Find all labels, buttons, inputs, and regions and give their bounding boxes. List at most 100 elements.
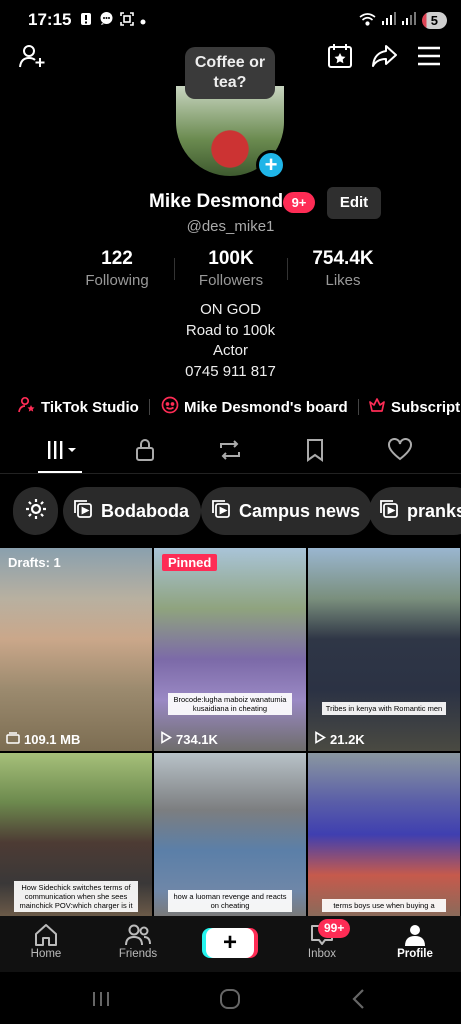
repost-icon xyxy=(217,438,243,467)
person-star-icon xyxy=(18,396,36,418)
bottom-nav: Home Friends + Inbox 99+ Profile xyxy=(0,916,461,972)
link-label: TikTok Studio xyxy=(41,398,139,416)
playlist-icon xyxy=(211,499,231,524)
play-icon xyxy=(314,731,327,747)
link-divider xyxy=(149,399,150,415)
battery-indicator: 5 xyxy=(421,11,447,29)
video-thumbnail[interactable]: Tribes in kenya with Romantic men 21.2K xyxy=(308,548,460,751)
video-caption: how a luoman revenge and reacts on cheat… xyxy=(168,890,292,912)
play-icon xyxy=(160,731,173,747)
link-subscription[interactable]: Subscript xyxy=(368,396,460,418)
video-thumbnail[interactable]: How Sidechick switches terms of communic… xyxy=(0,753,152,916)
calendar-star-icon[interactable] xyxy=(324,40,356,72)
note-bubble[interactable]: Coffee or tea? xyxy=(185,47,275,99)
video-thumbnail[interactable]: how a luoman revenge and reacts on cheat… xyxy=(154,753,306,916)
nav-label: Inbox xyxy=(307,948,337,960)
tab-private[interactable] xyxy=(130,438,160,467)
bio-line: ON GOD xyxy=(200,301,261,318)
content-tabs xyxy=(0,434,461,474)
video-caption: Brocode:lugha maboiz wanatumia kusaidian… xyxy=(168,693,292,715)
playlist-chip-campus-news[interactable]: Campus news xyxy=(201,487,373,535)
message-icon xyxy=(99,11,114,29)
edit-profile-button[interactable]: Edit xyxy=(327,187,381,219)
tab-favorites[interactable] xyxy=(300,438,330,467)
nav-home[interactable]: Home xyxy=(11,922,81,960)
note-text: Coffee or tea? xyxy=(194,54,266,91)
home-icon xyxy=(11,922,81,948)
link-tiktok-studio[interactable]: TikTok Studio xyxy=(18,396,139,418)
following-stat[interactable]: 122 Following xyxy=(57,248,177,289)
signal-icon xyxy=(381,12,396,28)
chip-label: pranks xyxy=(407,500,461,521)
video-caption: Tribes in kenya with Romantic men xyxy=(322,702,446,715)
chip-label: Bodaboda xyxy=(101,500,189,521)
profile-stats: 122 Following 100K Followers 754.4K Like… xyxy=(0,248,461,290)
video-grid: Drafts: 1 109.1 MB Pinned Brocode:lugha … xyxy=(0,548,461,916)
pinned-label: Pinned xyxy=(162,554,218,571)
tab-liked[interactable] xyxy=(385,437,415,467)
count-text: 109.1 MB xyxy=(24,732,81,747)
drafts-label: Drafts: 1 xyxy=(8,555,61,570)
name-row: Mike Desmond 9+ Edit xyxy=(0,187,461,219)
menu-icon[interactable] xyxy=(413,40,445,72)
nav-label: Friends xyxy=(118,948,158,960)
tab-reposts[interactable] xyxy=(215,438,245,467)
status-bar: 17:15 5 xyxy=(0,0,461,40)
grid-icon xyxy=(46,439,80,466)
followers-stat[interactable]: 100K Followers xyxy=(171,248,291,289)
profile-icon xyxy=(380,922,450,948)
following-count: 122 xyxy=(101,248,133,269)
bio-line: Road to 100k xyxy=(185,321,276,339)
followers-label: Followers xyxy=(198,272,264,289)
alert-icon xyxy=(79,12,93,29)
share-icon[interactable] xyxy=(368,40,400,72)
bio-line: Actor xyxy=(212,342,248,359)
count-text: 21.2K xyxy=(330,731,365,747)
gear-icon xyxy=(24,497,48,526)
link-board[interactable]: Mike Desmond's board xyxy=(161,396,348,418)
likes-stat[interactable]: 754.4K Likes xyxy=(283,248,403,289)
plus-icon: + xyxy=(222,929,237,956)
profile-links: TikTok Studio Mike Desmond's board Subsc… xyxy=(0,396,461,418)
wifi-icon xyxy=(359,12,376,29)
create-button[interactable]: + xyxy=(206,928,254,958)
playlist-settings-button[interactable] xyxy=(13,487,58,535)
add-friend-icon[interactable] xyxy=(16,40,48,72)
active-tab-indicator xyxy=(38,471,82,473)
following-label: Following xyxy=(85,272,149,289)
video-caption: How Sidechick switches terms of communic… xyxy=(14,881,138,912)
bookmark-icon xyxy=(305,438,325,467)
link-label: Mike Desmond's board xyxy=(184,398,348,416)
video-caption: terms boys use when buying a xyxy=(322,899,446,912)
video-count: 21.2K xyxy=(314,731,365,747)
back-icon[interactable] xyxy=(344,986,374,1012)
likes-label: Likes xyxy=(325,272,361,289)
playlist-chip-pranks[interactable]: pranks xyxy=(369,487,461,535)
video-thumbnail[interactable]: Drafts: 1 109.1 MB xyxy=(0,548,152,751)
crown-icon xyxy=(368,396,386,418)
dot-icon xyxy=(140,13,146,28)
likes-count: 754.4K xyxy=(312,248,374,269)
nav-friends[interactable]: Friends xyxy=(103,922,173,960)
tab-videos[interactable] xyxy=(45,440,81,464)
add-avatar-button[interactable]: + xyxy=(256,150,286,180)
video-thumbnail[interactable]: terms boys use when buying a xyxy=(308,753,460,916)
playlist-chips: Bodaboda Campus news pranks xyxy=(0,487,461,535)
video-count: 109.1 MB xyxy=(6,732,80,747)
playlist-chip-bodaboda[interactable]: Bodaboda xyxy=(63,487,201,535)
video-count: 734.1K xyxy=(160,731,218,747)
video-thumbnail[interactable]: Pinned Brocode:lugha maboiz wanatumia ku… xyxy=(154,548,306,751)
status-time: 17:15 xyxy=(28,10,72,29)
system-nav-bar xyxy=(0,972,461,1024)
nav-label: Profile xyxy=(397,948,433,960)
nav-profile[interactable]: Profile xyxy=(380,922,450,960)
link-label: Subscript xyxy=(391,398,461,416)
lock-icon xyxy=(134,438,156,467)
recents-icon[interactable] xyxy=(86,986,116,1012)
playlist-icon xyxy=(73,499,93,524)
home-button-icon[interactable] xyxy=(215,986,245,1012)
inbox-badge: 99+ xyxy=(318,919,351,938)
heart-icon xyxy=(387,437,413,467)
profile-handle: @des_mike1 xyxy=(186,218,275,235)
notification-badge[interactable]: 9+ xyxy=(283,192,315,213)
